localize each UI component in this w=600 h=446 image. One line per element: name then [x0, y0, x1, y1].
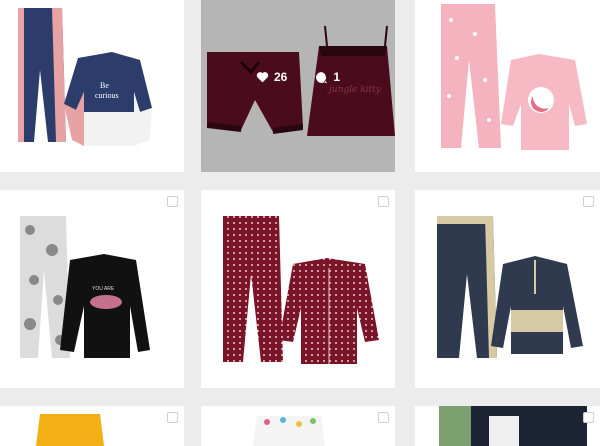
post-image-5 — [223, 216, 379, 364]
post-image-2: jungle kitty — [207, 25, 395, 136]
post-image-3 — [441, 4, 587, 150]
post-image-6 — [437, 216, 583, 358]
svg-text:YOU ARE: YOU ARE — [92, 286, 115, 292]
post-tile-3[interactable] — [415, 0, 600, 172]
select-checkbox[interactable] — [378, 196, 389, 207]
post-image-9 — [439, 406, 587, 446]
select-checkbox[interactable] — [583, 196, 594, 207]
heart-icon — [256, 72, 269, 83]
post-tile-1[interactable]: Be curious — [0, 0, 184, 172]
svg-text:jungle kitty: jungle kitty — [327, 85, 382, 95]
likes-count: 26 — [273, 70, 288, 84]
comments-stat: 1 — [315, 70, 340, 84]
post-tile-9[interactable] — [415, 406, 600, 446]
svg-text:curious: curious — [95, 91, 119, 100]
post-image-7 — [36, 414, 104, 446]
comments-count: 1 — [333, 70, 341, 84]
post-image-4: YOU ARE — [20, 216, 150, 358]
post-tile-2[interactable]: jungle kitty 26 1 — [201, 0, 395, 172]
comment-icon — [316, 71, 328, 83]
select-checkbox[interactable] — [378, 412, 389, 423]
post-tile-8[interactable] — [201, 406, 395, 446]
post-tile-6[interactable] — [415, 190, 600, 388]
post-tile-7[interactable] — [0, 406, 184, 446]
select-checkbox[interactable] — [167, 412, 178, 423]
post-image-8 — [253, 416, 325, 446]
select-checkbox[interactable] — [583, 412, 594, 423]
post-tile-5[interactable] — [201, 190, 395, 388]
likes-stat: 26 — [256, 70, 287, 84]
select-checkbox[interactable] — [167, 196, 178, 207]
post-tile-4[interactable]: YOU ARE — [0, 190, 184, 388]
svg-text:Be: Be — [100, 81, 109, 90]
post-image-1: Be curious — [18, 8, 152, 146]
post-hover-overlay: 26 1 — [201, 70, 395, 84]
